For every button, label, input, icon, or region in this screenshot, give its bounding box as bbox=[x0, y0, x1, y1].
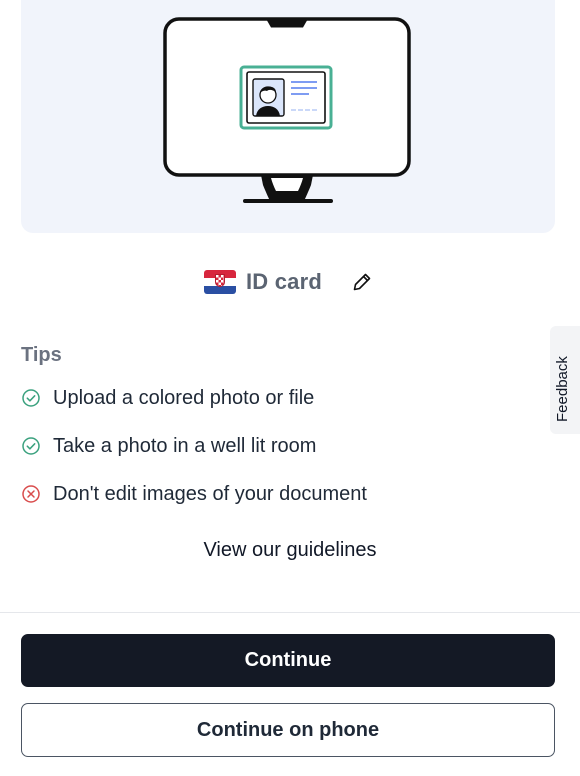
continue-on-phone-button[interactable]: Continue on phone bbox=[21, 703, 555, 757]
illustration-panel bbox=[21, 0, 555, 233]
tip-item: Don't edit images of your document bbox=[21, 480, 367, 508]
tips-title: Tips bbox=[21, 344, 62, 366]
tip-text: Upload a colored photo or file bbox=[53, 386, 315, 409]
feedback-tab[interactable]: Feedback bbox=[550, 326, 580, 434]
check-circle-icon bbox=[22, 437, 40, 455]
tip-text: Don't edit images of your document bbox=[53, 482, 367, 505]
feedback-label: Feedback bbox=[554, 356, 571, 422]
monitor-id-card-illustration bbox=[163, 17, 411, 203]
pencil-icon[interactable] bbox=[348, 268, 376, 296]
document-type-row: ID card bbox=[0, 264, 580, 300]
document-type-label: ID card bbox=[246, 269, 322, 294]
view-guidelines-link[interactable]: View our guidelines bbox=[0, 539, 580, 562]
tip-item: Take a photo in a well lit room bbox=[21, 432, 316, 460]
croatia-flag-icon bbox=[204, 270, 236, 294]
tip-item: Upload a colored photo or file bbox=[21, 384, 314, 412]
continue-button[interactable]: Continue bbox=[21, 634, 555, 687]
tip-text: Take a photo in a well lit room bbox=[53, 434, 317, 457]
check-circle-icon bbox=[22, 389, 40, 407]
divider bbox=[0, 612, 580, 613]
id-card-icon bbox=[239, 65, 333, 130]
x-circle-icon bbox=[22, 485, 40, 503]
